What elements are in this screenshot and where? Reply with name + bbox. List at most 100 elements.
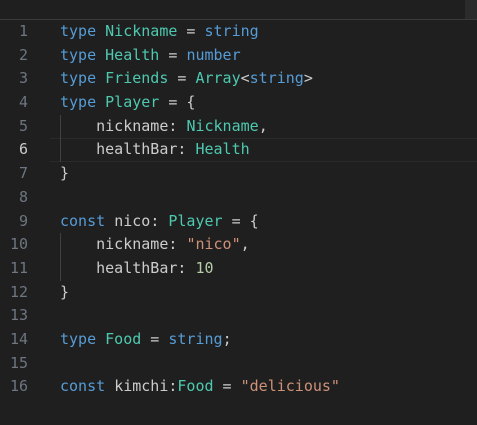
code-line[interactable]: 10 nickname: "nico", — [0, 233, 477, 257]
code-token: Health — [195, 140, 250, 159]
code-token: "delicious" — [240, 377, 340, 396]
line-number: 11 — [9, 258, 28, 277]
line-number: 15 — [9, 353, 28, 372]
code-line[interactable]: 1 type Nickname = string — [0, 20, 477, 44]
code-line[interactable]: 8 — [0, 186, 477, 210]
code-token: } — [60, 164, 70, 183]
code-line[interactable]: 14 type Food = string; — [0, 328, 477, 352]
code-token: nickname — [96, 235, 169, 254]
code-text[interactable]: type Friends = Array<string> — [60, 67, 313, 91]
code-token: : — [168, 235, 187, 254]
code-token: : — [150, 211, 169, 230]
line-number: 12 — [9, 282, 28, 301]
code-line[interactable]: 13 — [0, 304, 477, 328]
top-bar-corner — [465, 0, 477, 19]
code-token: Health — [105, 45, 160, 64]
line-number: 8 — [18, 187, 28, 206]
code-lines[interactable]: 1 type Nickname = string 2 type Health = nu… — [0, 20, 477, 399]
code-token: type — [60, 329, 97, 348]
code-token: Player — [168, 211, 223, 230]
code-token: nico — [114, 211, 151, 230]
code-line[interactable]: 11 healthBar: 10 — [0, 256, 477, 281]
code-line[interactable]: 3 type Friends = Array<string> — [0, 67, 477, 91]
code-token: string — [249, 69, 304, 88]
code-text[interactable]: type Nickname = string — [60, 20, 259, 44]
code-line[interactable]: 4 type Player = { — [0, 91, 477, 115]
code-token: healthBar — [96, 140, 178, 159]
line-number: 3 — [18, 69, 28, 88]
line-number: 1 — [18, 22, 28, 40]
code-token: Array — [195, 69, 241, 88]
code-token: const — [60, 211, 106, 230]
code-token: Nickname — [186, 116, 259, 135]
code-line[interactable]: 7} — [0, 162, 477, 186]
code-token: "nico" — [186, 235, 241, 254]
code-token: = — [141, 329, 169, 348]
code-token: type — [60, 69, 97, 88]
code-token: : — [177, 258, 196, 277]
code-line[interactable]: 12} — [0, 281, 477, 305]
code-token: const — [60, 377, 106, 396]
code-token: Food — [177, 377, 214, 396]
code-token: = { — [222, 211, 259, 230]
code-token: kimchi — [114, 377, 169, 396]
code-text[interactable]: } — [60, 162, 69, 186]
code-text[interactable]: type Health = number — [60, 44, 241, 68]
code-token: = — [213, 377, 241, 396]
code-token: type — [60, 22, 97, 40]
code-text[interactable]: } — [60, 281, 69, 305]
code-token: , — [258, 116, 268, 135]
line-number: 7 — [18, 164, 28, 183]
code-line[interactable]: 6 healthBar: Health — [0, 138, 477, 163]
code-text[interactable]: const nico: Player = { — [60, 210, 259, 234]
code-text[interactable]: healthBar: 10 — [60, 257, 214, 281]
code-token: string — [168, 329, 223, 348]
code-text[interactable]: nickname: Nickname, — [60, 115, 268, 139]
line-number: 13 — [9, 306, 28, 325]
line-number: 9 — [18, 211, 28, 230]
code-line[interactable]: 2 type Health = number — [0, 44, 477, 68]
line-number: 16 — [9, 377, 28, 396]
code-token: } — [60, 282, 70, 301]
code-token: type — [60, 45, 97, 64]
code-token: = — [168, 69, 196, 88]
code-token: Food — [105, 329, 142, 348]
code-text[interactable]: const kimchi:Food = "delicious" — [60, 375, 340, 399]
code-text[interactable]: nickname: "nico", — [60, 233, 250, 257]
editor-top-bar — [0, 0, 477, 20]
line-number: 5 — [18, 116, 28, 135]
code-token: 10 — [195, 258, 214, 277]
line-number: 6 — [18, 140, 28, 159]
code-token: = { — [159, 93, 196, 112]
code-line[interactable]: 15 — [0, 352, 477, 376]
line-number: 2 — [18, 45, 28, 64]
code-text[interactable]: type Player = { — [60, 91, 195, 115]
code-token: < — [240, 69, 250, 88]
code-line[interactable]: 9 const nico: Player = { — [0, 210, 477, 234]
code-text[interactable]: healthBar: Health — [60, 138, 250, 162]
code-text[interactable]: type Food = string; — [60, 328, 232, 352]
code-token: number — [186, 45, 241, 64]
line-number: 14 — [9, 329, 28, 348]
code-token: Friends — [105, 69, 169, 88]
line-number: 10 — [9, 235, 28, 254]
code-token: : — [177, 140, 196, 159]
code-token: Player — [105, 93, 160, 112]
code-line[interactable]: 5 nickname: Nickname, — [0, 114, 477, 139]
code-token: nickname — [96, 116, 169, 135]
line-number: 4 — [18, 93, 28, 112]
code-token: healthBar — [96, 258, 178, 277]
code-token: Nickname — [105, 22, 178, 40]
code-editor[interactable]: 1 type Nickname = string 2 type Health = nu… — [0, 0, 477, 425]
code-token: type — [60, 93, 97, 112]
code-line[interactable]: 16 const kimchi:Food = "delicious" — [0, 375, 477, 399]
